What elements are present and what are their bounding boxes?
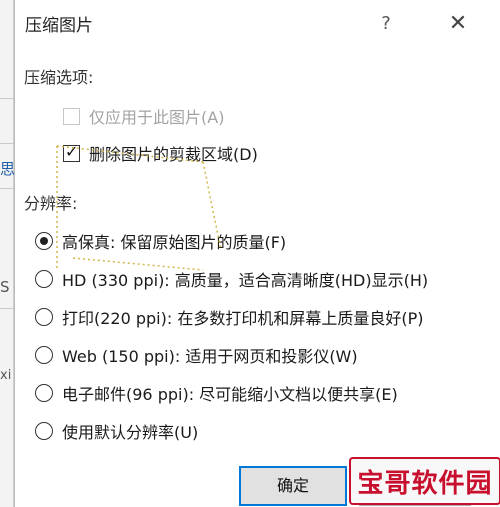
radio-button[interactable] <box>35 422 53 440</box>
background-text: S <box>0 278 10 296</box>
background-divider <box>0 308 14 309</box>
resolution-option-hd[interactable]: HD (330 ppi): 高质量，适合高清晰度(HD)显示(H) <box>35 266 428 292</box>
watermark-logo: 宝哥软件园 <box>349 457 500 505</box>
compress-options-label: 压缩选项: <box>24 68 94 87</box>
resolution-option-label: 打印(220 ppi): 在多数打印机和屏幕上质量良好(P) <box>62 309 424 328</box>
dialog-title: 压缩图片 <box>25 16 93 36</box>
radio-button[interactable] <box>35 384 53 402</box>
close-button[interactable]: ✕ <box>441 7 475 41</box>
ok-button[interactable]: 确定 <box>239 466 347 506</box>
help-button[interactable]: ? <box>371 9 401 39</box>
delete-cropped-checkbox-row[interactable]: ✓ 删除图片的剪裁区域(D) <box>63 140 258 166</box>
resolution-option-label: 电子邮件(96 ppi): 尽可能缩小文档以便共享(E) <box>62 385 398 404</box>
delete-cropped-label: 删除图片的剪裁区域(D) <box>89 145 258 164</box>
background-text: xi <box>0 368 12 383</box>
resolution-option-hifi[interactable]: 高保真: 保留原始图片的质量(F) <box>35 228 286 254</box>
delete-cropped-checkbox[interactable]: ✓ <box>63 141 80 162</box>
apply-only-label: 仅应用于此图片(A) <box>89 108 225 127</box>
radio-button[interactable] <box>35 270 53 288</box>
resolution-option-email[interactable]: 电子邮件(96 ppi): 尽可能缩小文档以便共享(E) <box>35 380 398 406</box>
watermark-text: 宝哥软件园 <box>357 468 493 499</box>
resolution-option-web[interactable]: Web (150 ppi): 适用于网页和投影仪(W) <box>35 342 358 368</box>
resolution-option-label: 高保真: 保留原始图片的质量(F) <box>62 233 287 252</box>
background-divider <box>0 98 14 99</box>
background-window: 思 S xi <box>0 0 16 507</box>
radio-button[interactable] <box>35 232 53 250</box>
resolution-option-print[interactable]: 打印(220 ppi): 在多数打印机和屏幕上质量良好(P) <box>35 304 423 330</box>
apply-only-checkbox-row[interactable]: 仅应用于此图片(A) <box>63 103 224 129</box>
background-divider <box>0 188 14 189</box>
apply-only-checkbox[interactable] <box>63 107 80 125</box>
compress-pictures-dialog: 压缩图片 ? ✕ 压缩选项: 仅应用于此图片(A) ✓ 删除图片的剪裁区域(D)… <box>14 0 500 507</box>
resolution-option-default[interactable]: 使用默认分辨率(U) <box>35 418 198 444</box>
dialog-titlebar[interactable]: 压缩图片 ? ✕ <box>15 0 500 48</box>
resolution-option-label: HD (330 ppi): 高质量，适合高清晰度(HD)显示(H) <box>62 271 429 290</box>
radio-button[interactable] <box>35 308 53 326</box>
radio-button[interactable] <box>35 346 53 364</box>
background-divider <box>0 143 14 144</box>
background-text: 思 <box>0 160 16 178</box>
checkmark-icon: ✓ <box>65 141 79 161</box>
resolution-option-label: 使用默认分辨率(U) <box>62 423 199 442</box>
radio-selected-dot <box>40 237 48 245</box>
resolution-option-label: Web (150 ppi): 适用于网页和投影仪(W) <box>62 347 358 366</box>
resolution-label: 分辨率: <box>24 194 78 213</box>
